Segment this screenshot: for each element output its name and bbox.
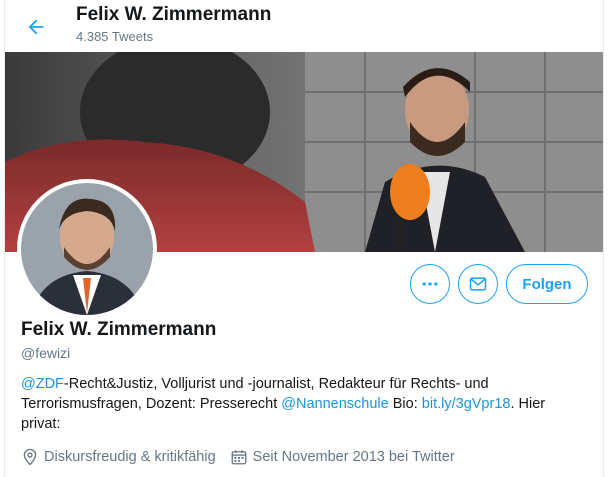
location-pin-icon (23, 448, 37, 466)
message-button[interactable] (458, 264, 498, 304)
joined-text: Seit November 2013 bei Twitter (252, 449, 455, 465)
calendar-icon (231, 450, 247, 465)
more-dots-icon (422, 282, 438, 286)
profile-page: Felix W. Zimmermann 4.385 Tweets Folgen … (4, 0, 604, 477)
location-text: Diskursfreudig & kritikfähig (44, 449, 216, 465)
bio-link[interactable]: bit.ly/3gVpr18 (422, 396, 511, 412)
header-tweet-count: 4.385 Tweets (76, 29, 154, 44)
bio-mention-zdf[interactable]: @ZDF (21, 376, 64, 392)
profile-joined: Seit November 2013 bei Twitter (230, 448, 455, 466)
profile-header-bar: Felix W. Zimmermann 4.385 Tweets (5, 0, 603, 52)
back-button[interactable] (19, 10, 53, 44)
profile-name: Felix W. Zimmermann (21, 319, 217, 340)
profile-meta: Diskursfreudig & kritikfähig Seit Novemb… (21, 447, 469, 467)
bio-mention-nannenschule[interactable]: @Nannenschule (281, 396, 388, 412)
arrow-left-icon (28, 19, 44, 35)
profile-bio: @ZDF-Recht&Justiz, Volljurist und -journ… (21, 374, 581, 434)
profile-location: Diskursfreudig & kritikfähig (21, 448, 216, 466)
profile-avatar[interactable] (17, 179, 157, 319)
header-profile-name: Felix W. Zimmermann (76, 4, 272, 25)
profile-handle: @fewizi (21, 345, 71, 361)
envelope-icon (469, 277, 487, 291)
more-options-button[interactable] (410, 264, 450, 304)
follow-button[interactable]: Folgen (506, 264, 588, 304)
bio-text-part2: Bio: (388, 396, 422, 412)
